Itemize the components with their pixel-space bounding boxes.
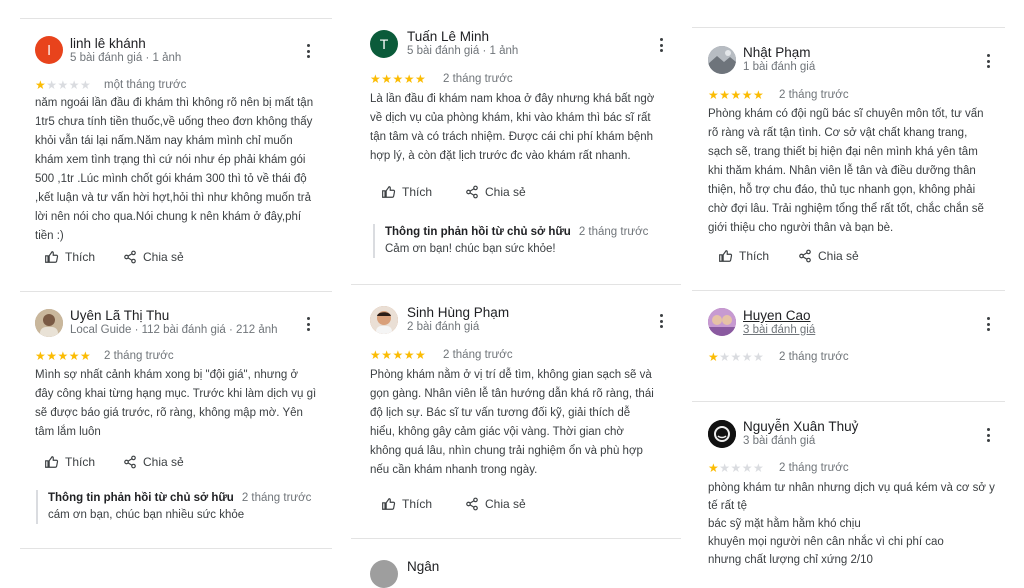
reviewer-name[interactable]: linh lê khánh (70, 36, 146, 51)
like-button[interactable]: Thích (44, 250, 95, 264)
divider (692, 290, 1005, 291)
avatar-photo (708, 420, 736, 448)
review-time: 2 tháng trước (104, 350, 174, 362)
review-text: Mình sợ nhất cảnh khám xong bị "đội giá"… (35, 369, 317, 438)
owner-response-title: Thông tin phản hồi từ chủ sở hữu 2 tháng … (48, 492, 312, 504)
reviewer-name[interactable]: Nguyễn Xuân Thuỷ (743, 419, 858, 434)
review-time: 2 tháng trước (779, 89, 849, 101)
review-column-3: Nhật Phạm 1 bài đánh giá ★★★★★ 2 tháng t… (692, 0, 1005, 584)
star-rating: ★★★★★ (370, 348, 427, 362)
avatar-photo (35, 309, 63, 337)
star-rating: ★★★★★ (708, 88, 765, 102)
owner-response: Thông tin phản hồi từ chủ sở hữu 2 tháng … (373, 224, 648, 258)
avatar-letter: T (379, 36, 389, 52)
more-options-icon[interactable] (981, 427, 995, 443)
more-options-icon[interactable] (301, 43, 315, 59)
share-icon (124, 250, 136, 264)
avatar[interactable] (708, 308, 736, 336)
reviewer-meta[interactable]: 5 bài đánh giá · 1 ảnh (407, 45, 518, 57)
reviewer-meta[interactable]: 3 bài đánh giá (743, 324, 815, 336)
thumb-up-icon (45, 251, 59, 263)
divider (20, 548, 332, 549)
reviewer-name[interactable]: Nhật Phạm (743, 45, 811, 60)
review-time: một tháng trước (104, 79, 187, 91)
share-button[interactable]: Chia sẻ (123, 250, 184, 264)
reviewer-meta[interactable]: 2 bài đánh giá (407, 321, 479, 333)
star-rating: ★★★★★ (35, 349, 92, 363)
divider (20, 291, 332, 292)
owner-response-title: Thông tin phản hồi từ chủ sở hữu 2 tháng … (385, 226, 649, 238)
share-icon (799, 249, 811, 263)
avatar[interactable] (35, 309, 63, 337)
avatar[interactable] (708, 420, 736, 448)
divider (692, 401, 1005, 402)
avatar[interactable]: l (35, 36, 63, 64)
thumb-up-icon (45, 456, 59, 468)
review-time: 2 tháng trước (779, 351, 849, 363)
owner-response-time: 2 tháng trước (578, 226, 649, 238)
thumb-up-icon (382, 498, 396, 510)
reviewer-meta[interactable]: 1 bài đánh giá (743, 61, 815, 73)
avatar-photo (708, 46, 736, 74)
reviewer-name[interactable]: Sinh Hùng Phạm (407, 305, 509, 320)
divider (20, 18, 332, 19)
more-options-icon[interactable] (301, 316, 315, 332)
like-button[interactable]: Thích (44, 455, 95, 469)
share-icon (466, 497, 478, 511)
more-options-icon[interactable] (654, 37, 668, 53)
share-button[interactable]: Chia sẻ (123, 455, 184, 469)
thumb-up-icon (382, 186, 396, 198)
review-text: Phòng khám có đội ngũ bác sĩ chuyên môn … (708, 108, 984, 234)
reviewer-name[interactable]: Tuấn Lê Minh (407, 29, 489, 44)
share-button[interactable]: Chia sẻ (798, 249, 859, 263)
reviewer-meta[interactable]: Local Guide · 112 bài đánh giá · 212 ảnh (70, 324, 278, 336)
review-time: 2 tháng trước (443, 349, 513, 361)
more-options-icon[interactable] (654, 313, 668, 329)
avatar-letter: l (47, 42, 51, 58)
share-button[interactable]: Chia sẻ (465, 497, 526, 511)
like-button[interactable]: Thích (381, 497, 432, 511)
owner-response: Thông tin phản hồi từ chủ sở hữu 2 tháng … (36, 490, 311, 524)
review-text: năm ngoái lần đầu đi khám thì không rõ n… (35, 97, 314, 242)
like-button[interactable]: Thích (718, 249, 769, 263)
star-rating: ★★★★★ (35, 78, 92, 92)
review-column-2: T Tuấn Lê Minh 5 bài đánh giá · 1 ảnh ★★… (351, 0, 681, 588)
share-button[interactable]: Chia sẻ (465, 185, 526, 199)
divider (351, 284, 681, 285)
review-text: Phòng khám nằm ở vị trí dễ tìm, không gi… (370, 369, 654, 476)
more-options-icon[interactable] (981, 316, 995, 332)
owner-response-time: 2 tháng trước (241, 492, 312, 504)
review-text: Là lần đầu đi khám nam khoa ở đây nhưng … (370, 93, 655, 162)
avatar[interactable]: T (370, 30, 398, 58)
avatar[interactable] (708, 46, 736, 74)
review-time: 2 tháng trước (779, 462, 849, 474)
review-time: 2 tháng trước (443, 73, 513, 85)
reviewer-meta[interactable]: 5 bài đánh giá · 1 ảnh (70, 52, 181, 64)
share-icon (466, 185, 478, 199)
reviewer-name[interactable]: Huyen Cao (743, 308, 811, 323)
thumb-up-icon (719, 250, 733, 262)
reviewer-name[interactable]: Ngân (407, 559, 439, 574)
more-options-icon[interactable] (981, 53, 995, 69)
avatar[interactable] (370, 306, 398, 334)
review-text: phòng khám tư nhân nhưng dịch vụ quá kém… (708, 482, 995, 566)
owner-response-text: Cảm ơn bạn! chúc bạn sức khỏe! (385, 243, 556, 255)
owner-response-text: cám ơn bạn, chúc bạn nhiều sức khỏe (48, 509, 245, 521)
star-rating: ★★★★★ (708, 461, 765, 475)
divider (351, 538, 681, 539)
reviewer-name[interactable]: Uyên Lã Thị Thu (70, 308, 169, 323)
avatar-photo (370, 306, 398, 334)
divider (692, 27, 1005, 28)
reviewer-meta[interactable]: 3 bài đánh giá (743, 435, 815, 447)
like-button[interactable]: Thích (381, 185, 432, 199)
share-icon (124, 455, 136, 469)
star-rating: ★★★★★ (708, 350, 765, 364)
avatar-photo (708, 308, 736, 336)
review-column-1: l linh lê khánh 5 bài đánh giá · 1 ảnh ★… (20, 0, 332, 584)
star-rating: ★★★★★ (370, 72, 427, 86)
